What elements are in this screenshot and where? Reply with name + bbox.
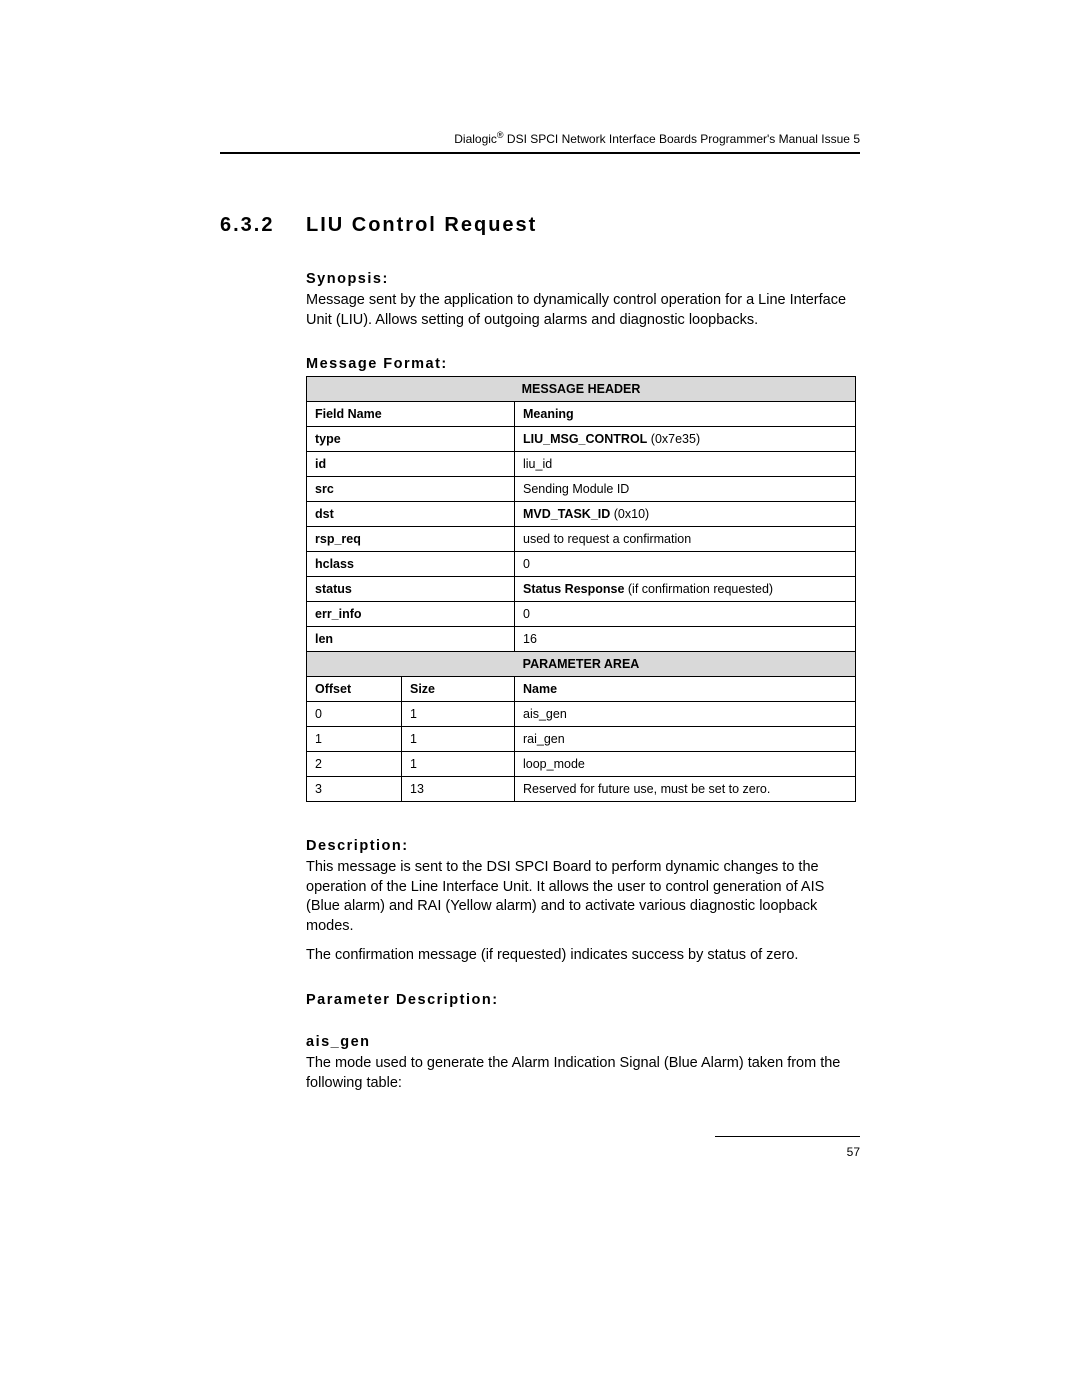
field-meaning: used to request a confirmation: [515, 527, 856, 552]
message-format-table: MESSAGE HEADER Field Name Meaning type L…: [306, 376, 856, 802]
table-row: err_info 0: [307, 602, 856, 627]
table-row: 2 1 loop_mode: [307, 752, 856, 777]
param-desc-label: Parameter Description:: [306, 992, 860, 1008]
param-name: Reserved for future use, must be set to …: [515, 777, 856, 802]
param-desc-text: The mode used to generate the Alarm Indi…: [306, 1054, 860, 1093]
field-meaning: 16: [515, 627, 856, 652]
description-p2: The confirmation message (if requested) …: [306, 946, 860, 966]
field-name: rsp_req: [307, 527, 515, 552]
header-tail: DSI SPCI Network Interface Boards Progra…: [504, 132, 860, 146]
table-row: status Status Response (if confirmation …: [307, 577, 856, 602]
col-meaning: Meaning: [515, 402, 856, 427]
param-size: 13: [402, 777, 515, 802]
field-meaning: Sending Module ID: [515, 477, 856, 502]
section-heading: 6.3.2 LIU Control Request: [220, 214, 860, 237]
param-size: 1: [402, 752, 515, 777]
description-p1: This message is sent to the DSI SPCI Boa…: [306, 858, 860, 936]
param-offset: 2: [307, 752, 402, 777]
field-name: hclass: [307, 552, 515, 577]
table-row: id liu_id: [307, 452, 856, 477]
param-size: 1: [402, 702, 515, 727]
field-name: id: [307, 452, 515, 477]
synopsis-text: Message sent by the application to dynam…: [306, 291, 860, 330]
col-name: Name: [515, 677, 856, 702]
message-format-label: Message Format:: [306, 356, 860, 372]
description-label: Description:: [306, 838, 860, 854]
section-title: LIU Control Request: [306, 214, 537, 237]
param-offset: 1: [307, 727, 402, 752]
table-row: 0 1 ais_gen: [307, 702, 856, 727]
field-meaning: 0: [515, 602, 856, 627]
footer-rule: [715, 1136, 860, 1137]
table-row: src Sending Module ID: [307, 477, 856, 502]
field-meaning: MVD_TASK_ID (0x10): [515, 502, 856, 527]
table-row: len 16: [307, 627, 856, 652]
table-section-param: PARAMETER AREA: [307, 652, 856, 677]
param-offset: 0: [307, 702, 402, 727]
field-name: status: [307, 577, 515, 602]
table-row: rsp_req used to request a confirmation: [307, 527, 856, 552]
param-name: rai_gen: [515, 727, 856, 752]
running-header: Dialogic® DSI SPCI Network Interface Boa…: [220, 130, 860, 146]
col-field-name: Field Name: [307, 402, 515, 427]
synopsis-label: Synopsis:: [306, 271, 860, 287]
field-meaning: 0: [515, 552, 856, 577]
table-row: hclass 0: [307, 552, 856, 577]
page-number: 57: [847, 1145, 860, 1159]
section-number: 6.3.2: [220, 214, 306, 237]
field-name: dst: [307, 502, 515, 527]
param-name: ais_gen: [515, 702, 856, 727]
param-offset: 3: [307, 777, 402, 802]
param-name-heading: ais_gen: [306, 1034, 860, 1050]
field-meaning: Status Response (if confirmation request…: [515, 577, 856, 602]
field-name: len: [307, 627, 515, 652]
header-rule: [220, 152, 860, 154]
table-row: 1 1 rai_gen: [307, 727, 856, 752]
col-size: Size: [402, 677, 515, 702]
header-brand: Dialogic: [454, 132, 497, 146]
field-name: err_info: [307, 602, 515, 627]
field-meaning: liu_id: [515, 452, 856, 477]
table-row: 3 13 Reserved for future use, must be se…: [307, 777, 856, 802]
col-offset: Offset: [307, 677, 402, 702]
table-section-header: MESSAGE HEADER: [307, 377, 856, 402]
field-name: src: [307, 477, 515, 502]
field-name: type: [307, 427, 515, 452]
param-name: loop_mode: [515, 752, 856, 777]
table-row: dst MVD_TASK_ID (0x10): [307, 502, 856, 527]
registered-mark: ®: [497, 130, 504, 140]
table-row: type LIU_MSG_CONTROL (0x7e35): [307, 427, 856, 452]
field-meaning: LIU_MSG_CONTROL (0x7e35): [515, 427, 856, 452]
param-size: 1: [402, 727, 515, 752]
